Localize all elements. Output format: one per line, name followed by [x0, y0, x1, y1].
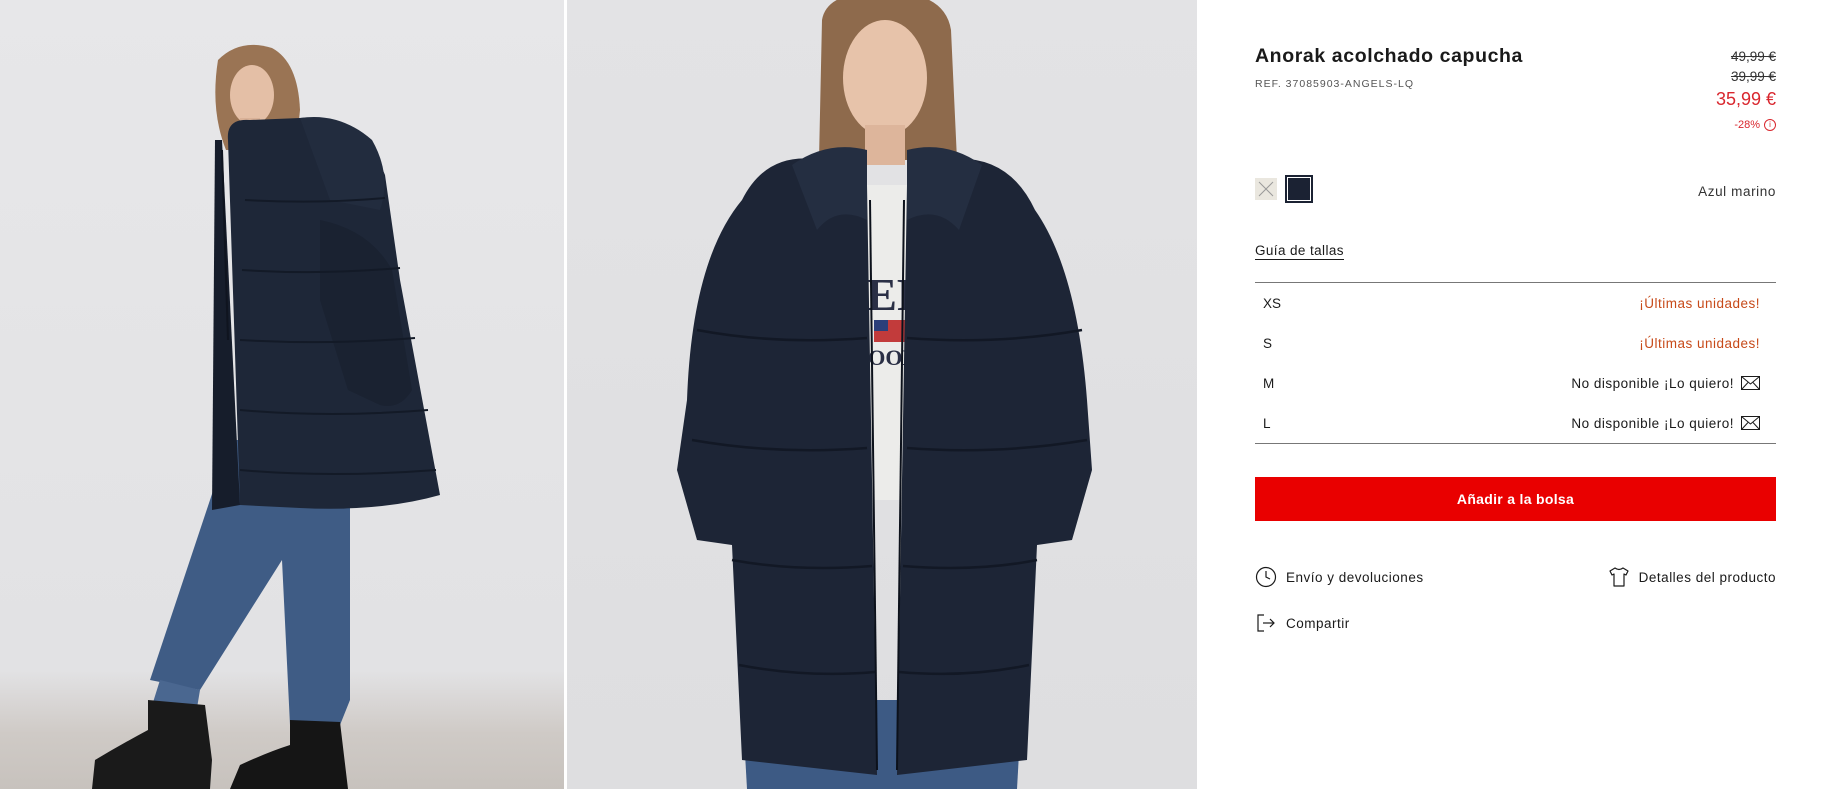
size-status: No disponible ¡Lo quiero!: [1571, 376, 1760, 391]
size-status-text: No disponible ¡Lo quiero!: [1571, 375, 1734, 391]
product-title: Anorak acolchado capucha: [1255, 45, 1523, 67]
envelope-icon[interactable]: [1741, 416, 1760, 430]
size-row-xs[interactable]: XS ¡Últimas unidades!: [1255, 283, 1776, 323]
product-photo-front[interactable]: VERSI E GOOD T: [567, 0, 1197, 789]
product-details-label: Detalles del producto: [1638, 569, 1776, 585]
original-price: 49,99 €: [1730, 49, 1776, 64]
previous-price: 39,99 €: [1730, 69, 1776, 84]
share-icon: [1257, 614, 1275, 632]
size-status: ¡Últimas unidades!: [1639, 296, 1760, 311]
discount-badge: -28% i: [1716, 117, 1776, 133]
size-status-text: ¡Últimas unidades!: [1639, 295, 1760, 311]
model-side-illustration: [92, 44, 440, 789]
size-status: No disponible ¡Lo quiero!: [1571, 416, 1760, 431]
size-label: XS: [1263, 295, 1282, 311]
share-label: Compartir: [1286, 615, 1350, 631]
size-row-l[interactable]: L No disponible ¡Lo quiero!: [1255, 403, 1776, 443]
envelope-icon[interactable]: [1741, 376, 1760, 390]
shipping-returns-label: Envío y devoluciones: [1286, 569, 1424, 585]
product-gallery: VERSI E GOOD T: [0, 0, 1197, 789]
info-icon[interactable]: i: [1764, 119, 1776, 131]
product-details-link[interactable]: Detalles del producto: [1608, 566, 1776, 588]
color-swatch-navy[interactable]: [1285, 175, 1313, 203]
product-reference: REF. 37085903-ANGELS-LQ: [1255, 78, 1414, 90]
size-status-text: No disponible ¡Lo quiero!: [1571, 415, 1734, 431]
add-to-bag-button[interactable]: Añadir a la bolsa: [1255, 477, 1776, 521]
size-list: XS ¡Últimas unidades! S ¡Últimas unidade…: [1255, 282, 1776, 444]
color-swatches: [1255, 175, 1313, 203]
size-guide-link[interactable]: Guía de tallas: [1255, 243, 1344, 260]
size-status-text: ¡Últimas unidades!: [1639, 335, 1760, 351]
current-price: 35,99 €: [1715, 89, 1776, 109]
tshirt-icon: [1609, 567, 1629, 587]
share-link[interactable]: Compartir: [1255, 612, 1350, 634]
size-label: S: [1263, 335, 1273, 351]
model-front-illustration: VERSI E GOOD T: [677, 0, 1092, 789]
size-row-s[interactable]: S ¡Últimas unidades!: [1255, 323, 1776, 363]
product-info-panel: Anorak acolchado capucha REF. 37085903-A…: [1255, 0, 1776, 789]
size-status: ¡Últimas unidades!: [1639, 336, 1760, 351]
size-label: L: [1263, 415, 1271, 431]
shipping-returns-link[interactable]: Envío y devoluciones: [1255, 566, 1424, 588]
unavailable-cross-icon: [1258, 181, 1274, 197]
discount-percent: -28%: [1734, 119, 1760, 131]
selected-color-name: Azul marino: [1698, 184, 1776, 199]
color-swatch-cream[interactable]: [1255, 178, 1277, 200]
product-photo-side[interactable]: [0, 0, 564, 789]
price-block: 49,99 € 39,99 € 35,99 € -28% i: [1716, 47, 1776, 133]
size-label: M: [1263, 375, 1275, 391]
clock-icon: [1255, 566, 1277, 588]
size-row-m[interactable]: M No disponible ¡Lo quiero!: [1255, 363, 1776, 403]
